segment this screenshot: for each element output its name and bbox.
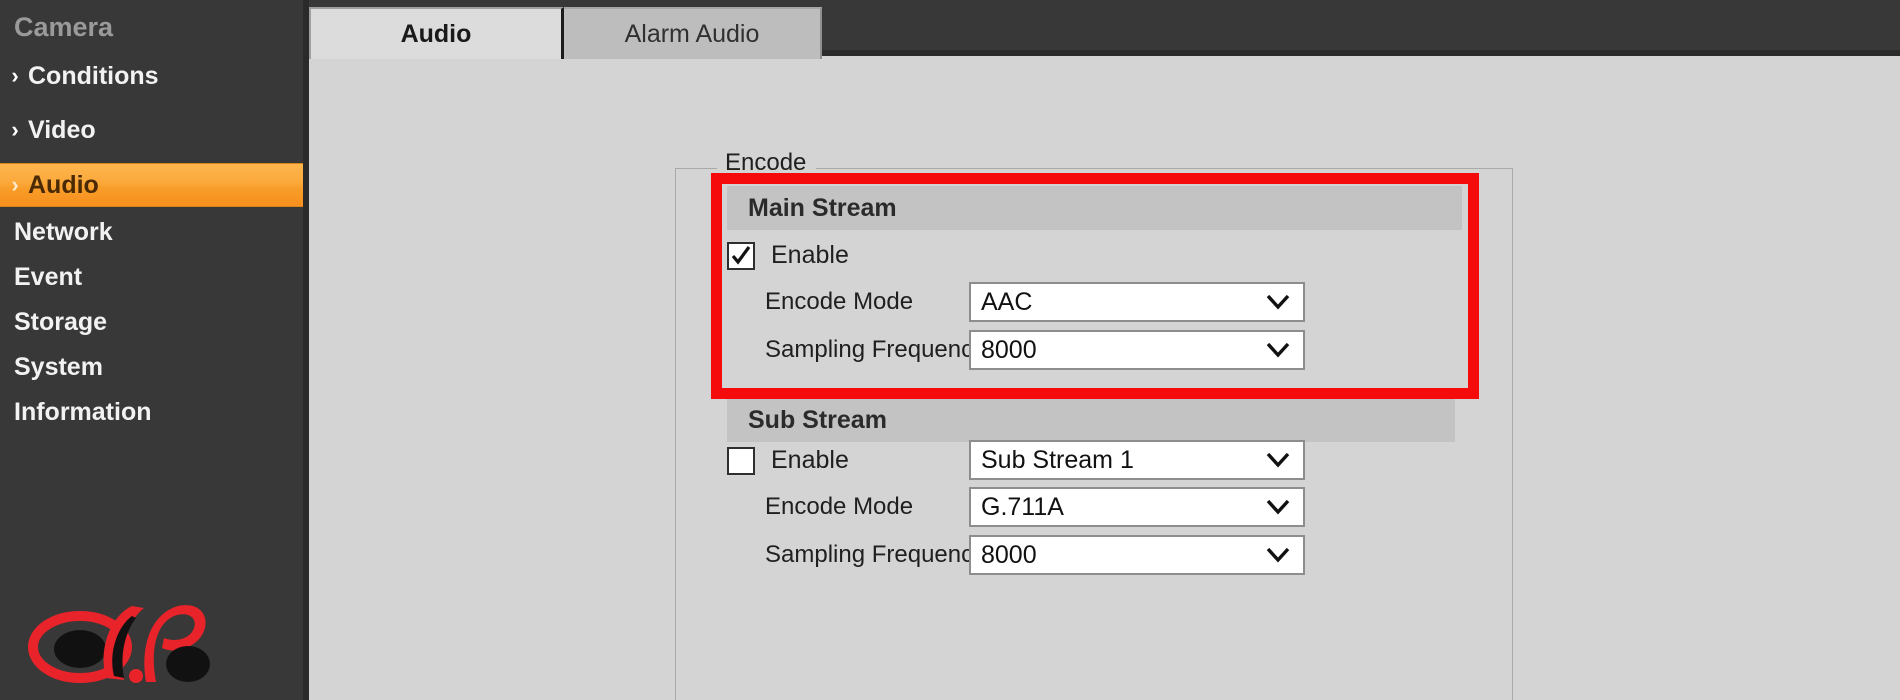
sidebar-navigation: Camera › Conditions › Video › Audio Netw…	[0, 0, 303, 700]
chevron-right-icon: ›	[11, 172, 19, 197]
sidebar-item-label: Audio	[28, 170, 99, 199]
sub-stream-select[interactable]: Sub Stream 1	[969, 440, 1305, 480]
main-stream-enable-checkbox[interactable]	[727, 242, 755, 270]
chevron-down-icon	[1265, 498, 1291, 516]
sub-stream-enable-label: Enable	[771, 446, 849, 474]
chevron-right-icon: ›	[11, 117, 19, 142]
sub-stream-encode-mode-label: Encode Mode	[765, 493, 914, 520]
main-stream-encode-mode-select[interactable]: AAC	[969, 282, 1305, 322]
select-value: G.711A	[981, 492, 1064, 521]
sidebar-item-label: Event	[14, 262, 83, 291]
sidebar-item-event[interactable]: Event	[0, 255, 303, 299]
main-content-panel: Encode Main Stream Enable Encode Mode AA…	[309, 56, 1900, 700]
sub-stream-encode-mode-select[interactable]: G.711A	[969, 487, 1305, 527]
sub-stream-sampling-frequency-select[interactable]: 8000	[969, 535, 1305, 575]
sub-stream-enable-checkbox[interactable]	[727, 447, 755, 475]
main-stream-sampling-frequency-select[interactable]: 8000	[969, 330, 1305, 370]
sidebar-item-network[interactable]: Network	[0, 210, 303, 254]
select-value: Sub Stream 1	[981, 445, 1134, 474]
sidebar-item-system[interactable]: System	[0, 345, 303, 389]
sidebar-section-title: Camera	[14, 12, 114, 42]
sub-stream-header-label: Sub Stream	[748, 405, 887, 434]
chevron-down-icon	[1265, 451, 1291, 469]
main-stream-header: Main Stream	[727, 186, 1462, 230]
main-stream-header-label: Main Stream	[748, 193, 897, 222]
sidebar-item-label: Network	[14, 217, 113, 246]
sidebar-item-label: Storage	[14, 307, 108, 336]
main-stream-encode-mode-label: Encode Mode	[765, 288, 914, 315]
tab-audio[interactable]: Audio	[309, 7, 564, 59]
tab-label: Audio	[400, 19, 472, 48]
chevron-down-icon	[1265, 293, 1291, 311]
tab-alarm-audio[interactable]: Alarm Audio	[564, 7, 822, 59]
chevron-right-icon: ›	[11, 63, 19, 88]
encode-group-legend: Encode	[717, 149, 817, 177]
check-icon	[731, 246, 751, 265]
sidebar-item-audio[interactable]: › Audio	[0, 163, 303, 207]
chevron-down-icon	[1265, 546, 1291, 564]
main-stream-sampling-frequency-label: Sampling Frequency	[765, 336, 986, 363]
logo-watermark	[28, 605, 210, 683]
sidebar-item-label: Conditions	[28, 61, 159, 90]
sidebar-item-information[interactable]: Information	[0, 390, 303, 434]
main-stream-enable-label: Enable	[771, 241, 849, 269]
sidebar-item-label: System	[14, 352, 103, 381]
select-value: 8000	[981, 540, 1037, 569]
tab-strip: Audio Alarm Audio	[309, 0, 1900, 59]
sidebar-item-label: Video	[28, 115, 96, 144]
sidebar-item-label: Information	[14, 397, 152, 426]
chevron-down-icon	[1265, 341, 1291, 359]
sub-stream-sampling-frequency-label: Sampling Frequency	[765, 541, 986, 568]
select-value: 8000	[981, 335, 1037, 364]
select-value: AAC	[981, 287, 1033, 316]
sidebar-item-conditions[interactable]: › Conditions	[0, 54, 303, 98]
tab-label: Alarm Audio	[624, 19, 760, 48]
sub-stream-header: Sub Stream	[727, 398, 1455, 442]
sidebar-item-storage[interactable]: Storage	[0, 300, 303, 344]
camera-web-ui: Camera › Conditions › Video › Audio Netw…	[0, 0, 1900, 700]
sidebar-item-video[interactable]: › Video	[0, 108, 303, 152]
